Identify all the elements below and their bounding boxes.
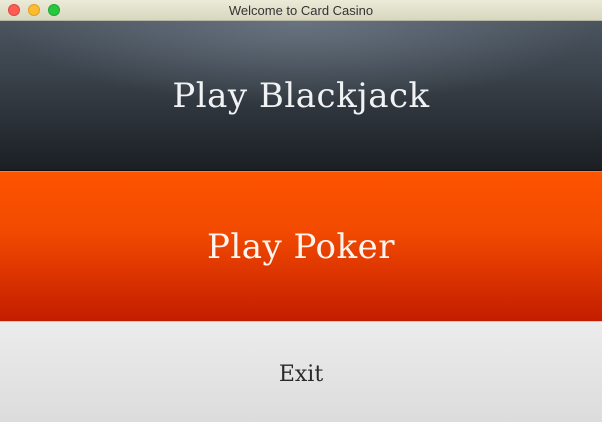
app-window: Welcome to Card Casino Play Blackjack Pl…	[0, 0, 602, 422]
play-poker-button[interactable]: Play Poker	[0, 171, 602, 321]
exit-button[interactable]: Exit	[0, 321, 602, 422]
exit-label: Exit	[278, 361, 324, 387]
title-bar[interactable]: Welcome to Card Casino	[0, 0, 602, 21]
play-blackjack-label: Play Blackjack	[172, 75, 430, 116]
play-blackjack-button[interactable]: Play Blackjack	[0, 21, 602, 171]
play-poker-label: Play Poker	[207, 226, 395, 267]
window-title: Welcome to Card Casino	[228, 3, 374, 18]
